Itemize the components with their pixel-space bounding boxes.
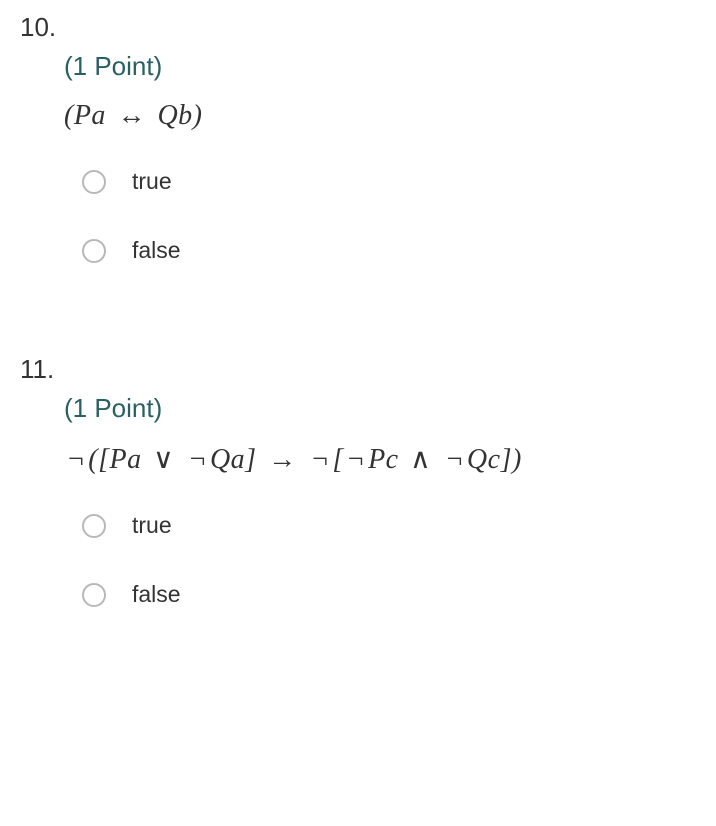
question-10: 10. (1 Point) (Pa ↔ Qb) true false (20, 12, 696, 264)
formula-biconditional: ↔ (106, 100, 158, 131)
points-label: (1 Point) (64, 393, 696, 424)
option-false[interactable]: false (82, 581, 696, 608)
formula-close-bracket: ] (501, 444, 512, 475)
radio-button[interactable] (82, 170, 106, 194)
radio-button[interactable] (82, 514, 106, 538)
formula-open-bracket: [ (332, 444, 343, 475)
formula: ¬([Pa ∨ ¬Qa] → ¬[¬Pc ∧ ¬Qc]) (64, 442, 696, 476)
formula-pa: Pa (110, 444, 142, 475)
question-11: 11. (1 Point) ¬([Pa ∨ ¬Qa] → ¬[¬Pc ∧ ¬Qc… (20, 354, 696, 608)
option-true[interactable]: true (82, 168, 696, 195)
formula-neg: ¬ (308, 444, 332, 475)
formula-close-paren: ) (512, 444, 522, 475)
option-label: false (132, 237, 181, 264)
option-label: true (132, 512, 172, 539)
option-label: false (132, 581, 181, 608)
options-list: true false (64, 168, 696, 264)
points-label: (1 Point) (64, 51, 696, 82)
formula-pa: Pa (74, 100, 106, 131)
formula-qb: Qb (157, 100, 192, 131)
radio-button[interactable] (82, 583, 106, 607)
option-false[interactable]: false (82, 237, 696, 264)
formula-neg: ¬ (344, 444, 368, 475)
formula-open-paren: ( (64, 100, 74, 131)
question-body: (1 Point) (Pa ↔ Qb) true false (20, 51, 696, 264)
formula-open-paren: ( (88, 444, 98, 475)
formula-open-bracket: [ (98, 444, 109, 475)
formula-and: ∧ (399, 444, 443, 475)
question-body: (1 Point) ¬([Pa ∨ ¬Qa] → ¬[¬Pc ∧ ¬Qc]) t… (20, 393, 696, 608)
formula-qc: Qc (467, 444, 501, 475)
question-number: 11. (20, 354, 696, 385)
option-true[interactable]: true (82, 512, 696, 539)
options-list: true false (64, 512, 696, 608)
formula-close-bracket: ] (245, 444, 256, 475)
formula-pc: Pc (368, 444, 399, 475)
question-number: 10. (20, 12, 696, 43)
formula-neg: ¬ (443, 444, 467, 475)
formula-or: ∨ (142, 444, 186, 475)
formula-neg: ¬ (64, 444, 88, 475)
option-label: true (132, 168, 172, 195)
radio-button[interactable] (82, 239, 106, 263)
formula-qa: Qa (210, 444, 245, 475)
formula: (Pa ↔ Qb) (64, 100, 696, 132)
formula-neg: ¬ (186, 444, 210, 475)
formula-close-paren: ) (193, 100, 203, 131)
formula-implies: → (257, 444, 309, 475)
